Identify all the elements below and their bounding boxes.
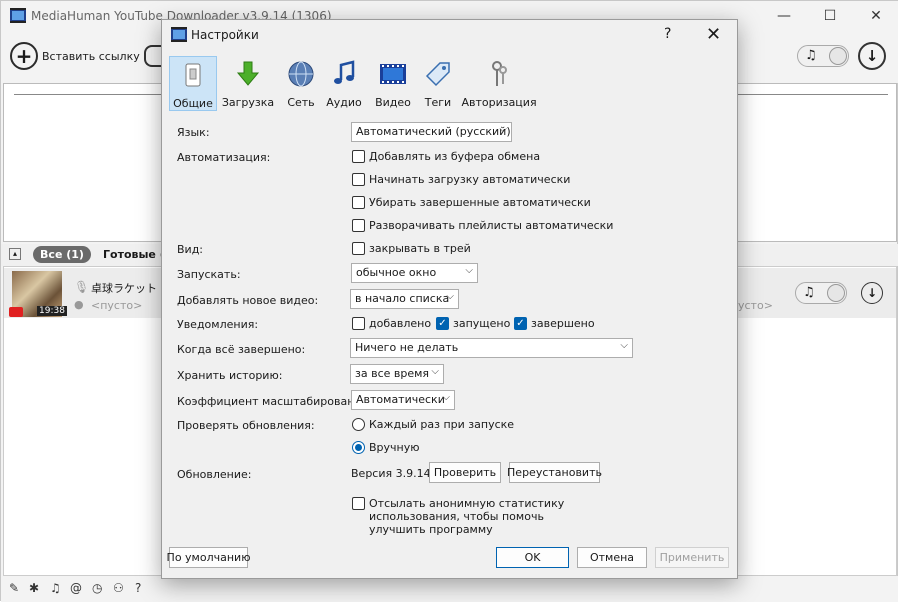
view-label: Вид: — [177, 243, 204, 256]
video-author: <пусто> — [91, 299, 143, 312]
history-label: Хранить историю: — [177, 369, 283, 382]
notify-finished-checkbox[interactable]: ✓ — [514, 317, 527, 330]
close-window-button[interactable]: ✕ — [853, 1, 898, 31]
microphone-icon: 🎙 — [74, 280, 90, 294]
automation-label: Автоматизация: — [177, 151, 271, 164]
tab-download[interactable]: Загрузка — [221, 56, 275, 111]
close-to-tray-label[interactable]: закрывать в трей — [369, 242, 471, 255]
notify-started-checkbox[interactable]: ✓ — [436, 317, 449, 330]
autostart-checkbox[interactable] — [352, 173, 365, 186]
bottom-bar: ✎ ✱ ♫ @ ◷ ⚇ ? — [1, 576, 898, 602]
defaults-button[interactable]: По умолчанию — [167, 547, 250, 568]
video-author-right: усто> — [738, 299, 773, 312]
scale-label: Коэффициент масштабирования: — [177, 395, 372, 408]
expand-playlists-checkbox-label[interactable]: Разворачивать плейлисты автоматически — [369, 219, 613, 232]
update-manual-label[interactable]: Вручную — [369, 441, 420, 454]
app-icon — [10, 8, 26, 23]
chevron-down-icon: ⌵ — [431, 366, 439, 377]
download-all-icon[interactable]: ↓ — [858, 42, 886, 70]
convert-icon[interactable] — [144, 45, 162, 67]
expand-playlists-checkbox[interactable] — [352, 219, 365, 232]
user-icon: ● — [74, 298, 84, 311]
notify-finished-label[interactable]: завершено — [531, 317, 595, 330]
chevron-down-icon: ⌵ — [465, 265, 473, 276]
stats-checkbox[interactable] — [352, 497, 365, 510]
minimize-button[interactable]: — — [761, 1, 807, 31]
help-button[interactable]: ? — [664, 26, 671, 42]
remove-finished-checkbox-label[interactable]: Убирать завершенные автоматически — [369, 196, 591, 209]
notify-started-label[interactable]: запущено — [453, 317, 510, 330]
update-manual-radio[interactable] — [352, 441, 365, 454]
app-icon — [171, 27, 187, 42]
switch-icon — [185, 63, 201, 87]
add-link-button[interactable]: Вставить ссылку — [42, 50, 140, 63]
scale-select[interactable]: Автоматически ⌵ — [351, 390, 455, 410]
version-text: Версия 3.9.14 — [351, 467, 431, 480]
film-icon — [380, 64, 406, 84]
collapse-icon[interactable]: ▴ — [9, 248, 21, 260]
item-download-icon[interactable]: ↓ — [861, 282, 883, 304]
chevron-down-icon: ⌵ — [499, 124, 507, 135]
chevron-down-icon: ⌵ — [442, 392, 450, 403]
filter-all[interactable]: Все (1) — [33, 246, 91, 263]
item-audio-toggle[interactable]: ♫ — [795, 282, 847, 304]
chevron-down-icon: ⌵ — [446, 291, 454, 302]
duration-badge: 19:38 — [37, 306, 67, 316]
snail-icon[interactable]: @ — [70, 581, 82, 595]
dialog-title: Настройки — [191, 28, 259, 42]
globe-icon — [288, 61, 314, 87]
ok-button[interactable]: OK — [496, 547, 569, 568]
tab-audio[interactable]: Аудио — [324, 56, 364, 111]
apply-button[interactable]: Применить — [655, 547, 729, 568]
close-to-tray-checkbox[interactable] — [352, 242, 365, 255]
add-new-select[interactable]: в начало списка ⌵ — [350, 289, 459, 309]
update-each-launch-label[interactable]: Каждый раз при запуске — [369, 418, 514, 431]
music-icon[interactable]: ♫ — [50, 581, 61, 595]
remove-finished-checkbox[interactable] — [352, 196, 365, 209]
tab-general[interactable]: Общие — [169, 56, 217, 111]
when-done-label: Когда всё завершено: — [177, 343, 306, 356]
launch-label: Запускать: — [177, 268, 241, 281]
music-note-icon — [334, 60, 355, 84]
autostart-checkbox-label[interactable]: Начинать загрузку автоматически — [369, 173, 570, 186]
chevron-down-icon: ⌵ — [620, 340, 628, 351]
notifications-label: Уведомления: — [177, 318, 259, 331]
language-select[interactable]: Автоматический (русский) ⌵ — [351, 122, 512, 142]
notify-added-label[interactable]: добавлено — [369, 317, 431, 330]
maximize-button[interactable]: ☐ — [807, 1, 853, 31]
when-done-select[interactable]: Ничего не делать ⌵ — [350, 338, 633, 358]
check-update-button[interactable]: Проверить — [429, 462, 501, 483]
add-new-label: Добавлять новое видео: — [177, 294, 319, 307]
close-dialog-button[interactable]: ✕ — [706, 24, 721, 45]
clean-icon[interactable]: ✎ — [9, 581, 19, 595]
keys-icon — [492, 61, 507, 86]
music-note-icon: ♫ — [805, 48, 817, 63]
tab-network[interactable]: Сеть — [282, 56, 320, 111]
language-label: Язык: — [177, 126, 210, 139]
update-each-launch-radio[interactable] — [352, 418, 365, 431]
clipboard-checkbox-label[interactable]: Добавлять из буфера обмена — [369, 150, 540, 163]
binoculars-icon[interactable]: ⚇ — [113, 581, 124, 595]
stats-label[interactable]: Отсылать анонимную статистику использова… — [369, 497, 564, 536]
gear-icon[interactable]: ✱ — [29, 581, 39, 595]
tab-video[interactable]: Видео — [370, 56, 416, 111]
add-link-icon[interactable]: + — [10, 42, 38, 70]
notify-added-checkbox[interactable] — [352, 317, 365, 330]
check-updates-label: Проверять обновления: — [177, 419, 315, 432]
launch-select[interactable]: обычное окно ⌵ — [351, 263, 478, 283]
download-arrow-icon — [236, 61, 260, 86]
cancel-button[interactable]: Отмена — [577, 547, 647, 568]
tab-authorization[interactable]: Авторизация — [435, 56, 563, 111]
settings-dialog: Настройки ? ✕ Общие Загрузка Сеть Аудио … — [161, 19, 738, 579]
clock-icon[interactable]: ◷ — [92, 581, 102, 595]
music-note-icon: ♫ — [803, 285, 815, 300]
clipboard-checkbox[interactable] — [352, 150, 365, 163]
update-label: Обновление: — [177, 468, 252, 481]
help-icon[interactable]: ? — [135, 581, 141, 595]
reinstall-button[interactable]: Переустановить — [507, 462, 602, 483]
history-select[interactable]: за все время ⌵ — [350, 364, 444, 384]
youtube-icon — [9, 307, 23, 317]
audio-only-toggle[interactable]: ♫ — [797, 45, 849, 67]
